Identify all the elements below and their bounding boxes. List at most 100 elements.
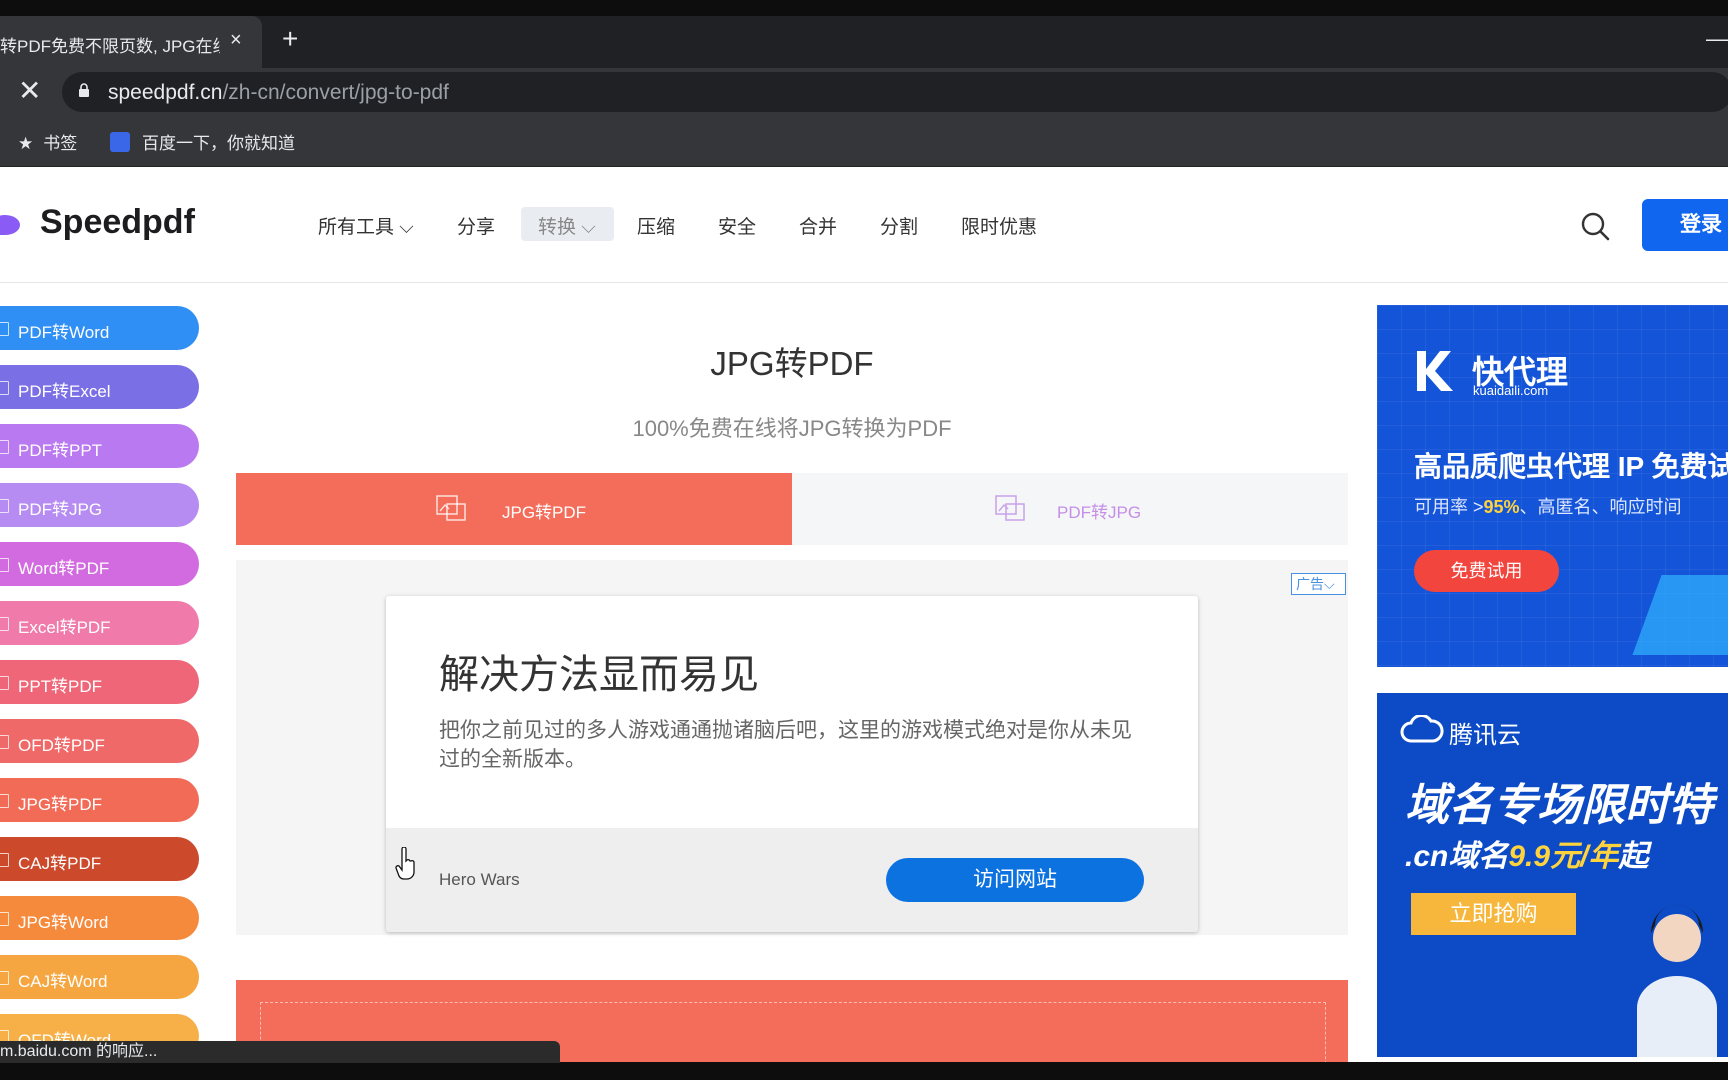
bookmark-label: 百度一下，你就知道 <box>142 134 295 153</box>
sidebar-item[interactable]: PPT转PDF <box>0 660 199 704</box>
lock-icon[interactable] <box>78 83 90 97</box>
person-illustration <box>1637 905 1717 1057</box>
nav-share[interactable]: 分享 <box>457 212 495 239</box>
nav-split[interactable]: 分割 <box>880 212 918 239</box>
ad-brand: 腾讯云 <box>1449 722 1521 749</box>
file-icon <box>0 558 9 572</box>
new-tab-icon[interactable]: + <box>282 25 298 53</box>
free-trial-button[interactable]: 免费试用 <box>1414 550 1559 592</box>
nav-merge[interactable]: 合并 <box>799 212 837 239</box>
ad-banner-kuaidaili[interactable]: 快代理 kuaidaili.com 高品质爬虫代理 IP 免费试 可用率 >95… <box>1377 305 1728 667</box>
file-icon <box>0 794 9 808</box>
image-convert-icon <box>436 495 466 521</box>
sidebar-item-label: OFD转PDF <box>18 736 105 755</box>
ad-domain: kuaidaili.com <box>1473 383 1549 398</box>
tab-jpg-to-pdf[interactable]: JPG转PDF <box>236 473 792 545</box>
page-title: JPG转PDF <box>710 345 874 382</box>
ad-sub-prefix: .cn域名 <box>1405 840 1509 873</box>
ad-badge[interactable]: 广告⌵ <box>1291 573 1346 595</box>
nav-label: 转换 <box>538 217 577 238</box>
logo-icon[interactable] <box>0 215 20 235</box>
bookmark-label: 书签 <box>43 134 78 153</box>
bookmark-item[interactable]: ★ 书签 <box>18 129 77 154</box>
chevron-down-icon: ⌵ <box>581 217 596 238</box>
nav-compress[interactable]: 压缩 <box>637 212 675 239</box>
sidebar-item-label: CAJ转PDF <box>18 854 102 873</box>
nav-security[interactable]: 安全 <box>718 212 756 239</box>
sidebar-item-label: JPG转PDF <box>18 795 103 814</box>
sidebar-item[interactable]: PDF转PPT <box>0 424 199 468</box>
sidebar-item[interactable]: PDF转Word <box>0 306 199 350</box>
ad-footer: Hero Wars 访问网站 <box>386 828 1198 932</box>
chevron-down-icon: ⌵ <box>1324 576 1335 592</box>
sidebar-item[interactable]: CAJ转PDF <box>0 837 199 881</box>
nav-promo[interactable]: 限时优惠 <box>961 212 1037 239</box>
file-icon <box>0 853 9 867</box>
nav-label: 所有工具 <box>318 217 395 238</box>
browser-tabstrip: 转PDF免费不限页数, JPG在线 × + — <box>0 16 1728 68</box>
sidebar-item[interactable]: Word转PDF <box>0 542 199 586</box>
image-convert-icon <box>995 495 1025 521</box>
page-subtitle: 100%免费在线将JPG转换为PDF <box>632 416 952 441</box>
minimize-icon[interactable]: — <box>1706 26 1728 52</box>
file-icon <box>0 617 9 631</box>
url-text[interactable]: speedpdf.cn/zh-cn/convert/jpg-to-pdf <box>108 81 449 105</box>
tab-label: JPG转PDF <box>502 503 587 522</box>
sidebar-item[interactable]: PDF转JPG <box>0 483 199 527</box>
file-icon <box>0 499 9 513</box>
ad-headline: 解决方法显而易见 <box>439 653 759 697</box>
ad-sub-suffix: 、高匿名、响应时间 <box>1519 497 1682 517</box>
nav-convert[interactable]: 转换 ⌵ <box>538 212 596 239</box>
browser-toolbar: ✕ speedpdf.cn/zh-cn/convert/jpg-to-pdf <box>0 68 1728 116</box>
address-bar[interactable]: speedpdf.cn/zh-cn/convert/jpg-to-pdf <box>62 72 1728 112</box>
file-icon <box>0 971 9 985</box>
ad-sub-value: 9.9元/年 <box>1508 840 1619 873</box>
file-icon <box>0 381 9 395</box>
ad-headline: 域名专场限时特 <box>1405 781 1713 830</box>
kuaidaili-logo-icon <box>1417 351 1453 391</box>
url-path: /zh-cn/convert/jpg-to-pdf <box>222 81 449 104</box>
file-icon <box>0 322 9 336</box>
search-icon[interactable] <box>1580 211 1610 241</box>
ad-banner-tencent-cloud[interactable]: 腾讯云 域名专场限时特 .cn域名9.9元/年起 立即抢购 <box>1377 693 1728 1057</box>
file-icon <box>0 735 9 749</box>
sidebar-item[interactable]: PDF转Excel <box>0 365 199 409</box>
ad-sub-prefix: 可用率 > <box>1414 497 1484 517</box>
tab-title: 转PDF免费不限页数, JPG在线 <box>0 37 220 56</box>
status-bar: m.baidu.com 的响应... <box>0 1041 560 1063</box>
ad-brand[interactable]: Hero Wars <box>439 870 520 890</box>
decorative-shape <box>1632 575 1728 655</box>
file-icon <box>0 912 9 926</box>
file-icon <box>0 676 9 690</box>
ad-badge-label: 广告 <box>1296 576 1324 592</box>
sidebar-item[interactable]: JPG转PDF <box>0 778 199 822</box>
bookmark-item[interactable]: 百度一下，你就知道 <box>110 129 295 154</box>
stop-loading-icon[interactable]: ✕ <box>18 77 41 105</box>
ad-sub-value: 95% <box>1483 497 1520 517</box>
sidebar-item-label: JPG转Word <box>18 913 109 932</box>
hand-cursor-icon <box>395 847 415 880</box>
sidebar-item[interactable]: Excel转PDF <box>0 601 199 645</box>
tab-label: PDF转JPG <box>1057 503 1142 522</box>
ad-body: 把你之前见过的多人游戏通通抛诸脑后吧，这里的游戏模式绝对是你从未见过的全新版本。 <box>439 719 1132 771</box>
login-button[interactable]: 登录 <box>1642 199 1728 251</box>
ad-subtext: .cn域名9.9元/年起 <box>1405 831 1648 875</box>
file-icon <box>0 440 9 454</box>
visit-site-button[interactable]: 访问网站 <box>886 858 1144 902</box>
sidebar-item-label: Word转PDF <box>18 559 110 578</box>
tab-pdf-to-jpg[interactable]: PDF转JPG <box>792 473 1348 545</box>
sidebar-item-label: PDF转Word <box>18 323 110 342</box>
sidebar-item[interactable]: JPG转Word <box>0 896 199 940</box>
nav-all-tools[interactable]: 所有工具 ⌵ <box>318 212 414 239</box>
sidebar-item[interactable]: CAJ转Word <box>0 955 199 999</box>
close-tab-icon[interactable]: × <box>230 29 242 52</box>
site-logo[interactable]: Speedpdf <box>40 203 195 242</box>
chevron-down-icon: ⌵ <box>399 217 414 238</box>
ad-card[interactable]: 解决方法显而易见 把你之前见过的多人游戏通通抛诸脑后吧，这里的游戏模式绝对是你从… <box>386 596 1198 932</box>
bookmarks-bar: ★ 书签 百度一下，你就知道 <box>0 116 1728 167</box>
buy-now-button[interactable]: 立即抢购 <box>1411 893 1576 935</box>
site-header: Speedpdf 所有工具 ⌵ 分享 转换 ⌵ 压缩 安全 合并 分割 限时优惠… <box>0 167 1728 283</box>
sidebar-item[interactable]: OFD转PDF <box>0 719 199 763</box>
browser-tab[interactable]: 转PDF免费不限页数, JPG在线 × <box>0 16 262 68</box>
sidebar-item-label: PDF转Excel <box>18 382 111 401</box>
